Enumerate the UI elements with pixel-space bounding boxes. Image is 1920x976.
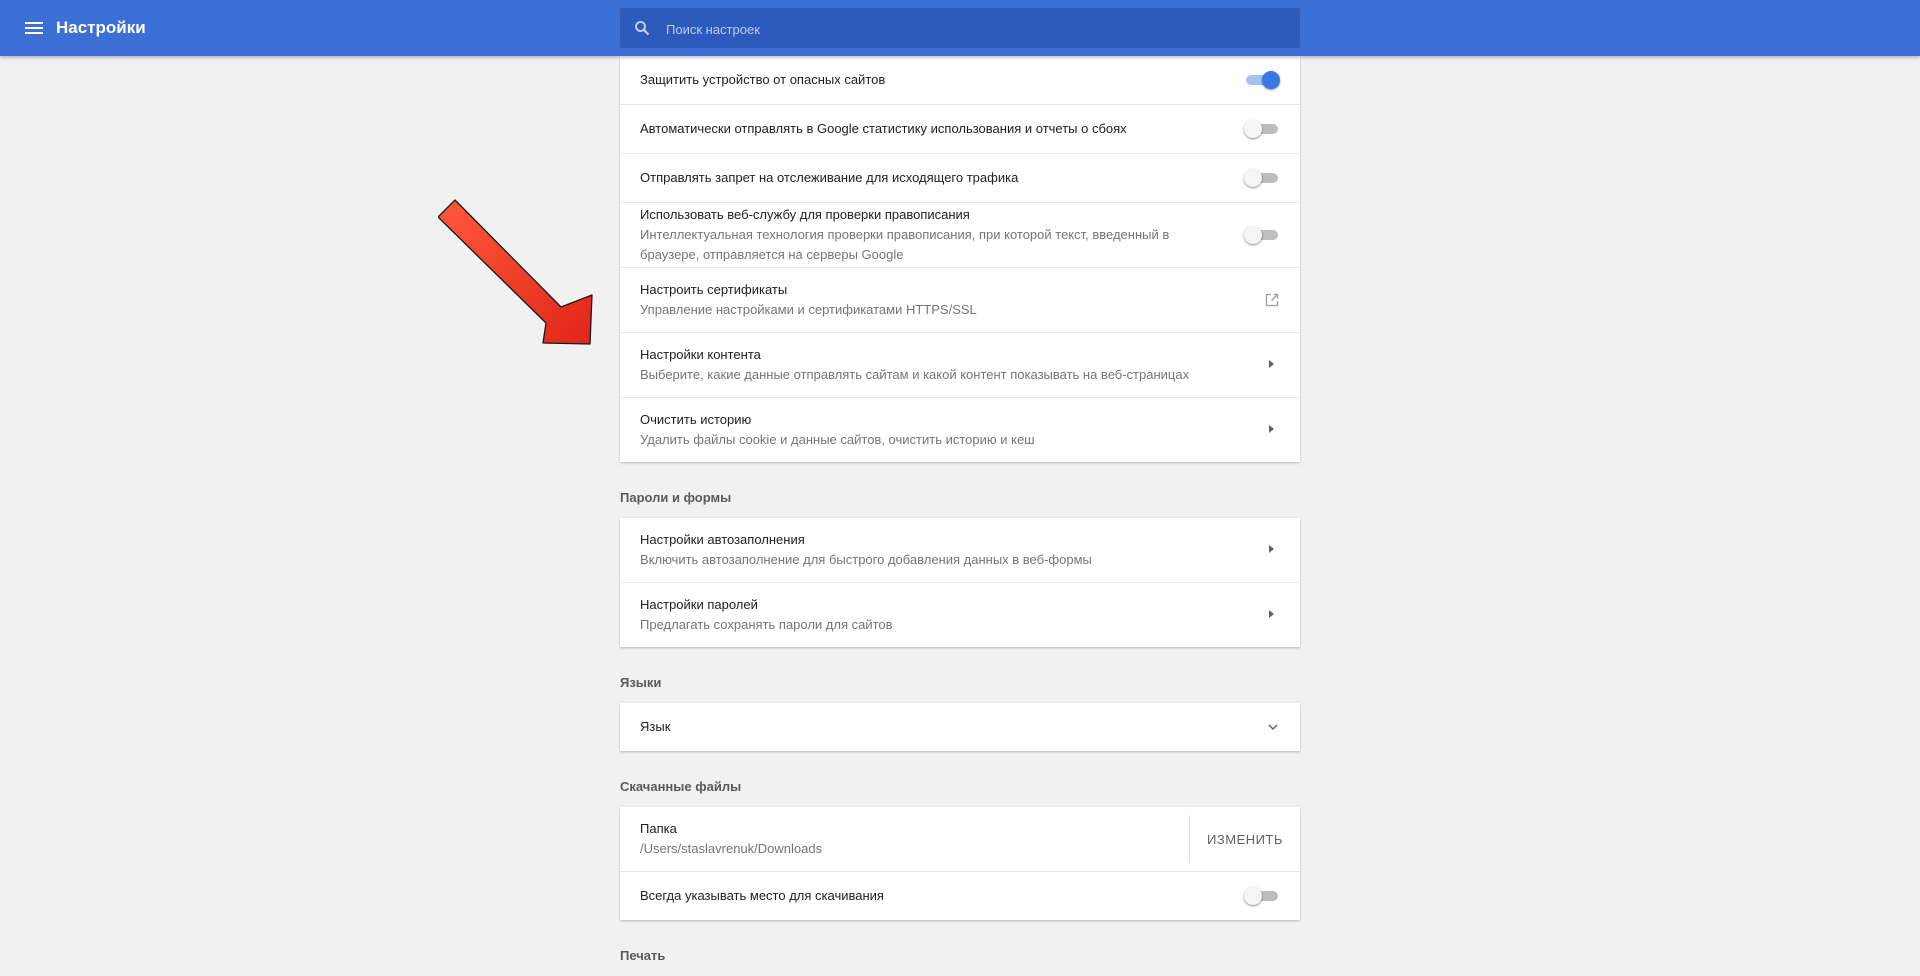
search-input[interactable] xyxy=(664,8,1288,50)
clear-history-subtitle: Удалить файлы cookie и данные сайтов, оч… xyxy=(640,432,1035,447)
open-in-new-icon[interactable] xyxy=(1264,292,1280,308)
certificates-title: Настроить сертификаты xyxy=(640,282,788,297)
print-section-title: Печать xyxy=(620,948,666,963)
arrow-right-icon xyxy=(1269,545,1274,553)
content-settings-subtitle: Выберите, какие данные отправлять сайтам… xyxy=(640,367,1190,382)
do-not-track-toggle[interactable] xyxy=(1244,169,1280,187)
language-row[interactable]: Язык xyxy=(620,703,1300,751)
content-settings-title: Настройки контента xyxy=(640,347,761,362)
red-arrow-annotation xyxy=(438,199,593,345)
top-app-bar: Настройки xyxy=(0,0,1920,56)
languages-card: Язык xyxy=(620,703,1300,751)
passwords-card: Настройки автозаполнения Включить автоза… xyxy=(620,518,1300,647)
passwords-subtitle: Предлагать сохранять пароли для сайтов xyxy=(640,617,893,632)
certificates-row[interactable]: Настроить сертификаты Управление настрой… xyxy=(620,267,1300,332)
download-folder-label: Папка xyxy=(640,821,677,836)
arrow-right-icon xyxy=(1269,425,1274,433)
page-title: Настройки xyxy=(56,18,146,37)
passwords-title: Настройки паролей xyxy=(640,597,758,612)
protect-device-row[interactable]: Защитить устройство от опасных сайтов xyxy=(620,56,1300,104)
send-stats-label: Автоматически отправлять в Google статис… xyxy=(640,121,1127,136)
spellcheck-row[interactable]: Использовать веб-службу для проверки пра… xyxy=(620,202,1300,267)
autofill-row[interactable]: Настройки автозаполнения Включить автоза… xyxy=(620,518,1300,582)
send-stats-row[interactable]: Автоматически отправлять в Google статис… xyxy=(620,104,1300,153)
arrow-right-icon xyxy=(1269,610,1274,618)
do-not-track-row[interactable]: Отправлять запрет на отслеживание для ис… xyxy=(620,153,1300,202)
ask-location-label: Всегда указывать место для скачивания xyxy=(640,888,884,903)
clear-history-row[interactable]: Очистить историю Удалить файлы cookie и … xyxy=(620,397,1300,462)
autofill-title: Настройки автозаполнения xyxy=(640,532,805,547)
certificates-subtitle: Управление настройками и сертификатами H… xyxy=(640,302,977,317)
spellcheck-title: Использовать веб-службу для проверки пра… xyxy=(640,207,970,222)
spellcheck-subtitle: Интеллектуальная технология проверки пра… xyxy=(640,227,1170,262)
hamburger-menu-icon[interactable] xyxy=(22,16,46,40)
ask-location-toggle[interactable] xyxy=(1244,887,1280,905)
protect-device-toggle[interactable] xyxy=(1244,71,1280,89)
autofill-subtitle: Включить автозаполнение для быстрого доб… xyxy=(640,552,1092,567)
download-folder-path: /Users/staslavrenuk/Downloads xyxy=(640,841,823,856)
content-settings-row[interactable]: Настройки контента Выберите, какие данны… xyxy=(620,332,1300,397)
do-not-track-label: Отправлять запрет на отслеживание для ис… xyxy=(640,170,1019,185)
clear-history-title: Очистить историю xyxy=(640,412,752,427)
protect-device-label: Защитить устройство от опасных сайтов xyxy=(640,72,886,87)
search-box[interactable] xyxy=(620,8,1300,50)
download-folder-row: Папка /Users/staslavrenuk/Downloads ИЗМЕ… xyxy=(620,807,1300,871)
chevron-down-icon[interactable] xyxy=(1266,720,1280,734)
passwords-row[interactable]: Настройки паролей Предлагать сохранять п… xyxy=(620,582,1300,647)
passwords-section-title: Пароли и формы xyxy=(620,490,732,505)
arrow-right-icon xyxy=(1269,360,1274,368)
privacy-card: Защитить устройство от опасных сайтов Ав… xyxy=(620,56,1300,462)
change-folder-button[interactable]: ИЗМЕНИТЬ xyxy=(1189,815,1300,863)
send-stats-toggle[interactable] xyxy=(1244,120,1280,138)
ask-location-row[interactable]: Всегда указывать место для скачивания xyxy=(620,871,1300,920)
search-icon xyxy=(635,21,650,36)
settings-content: Защитить устройство от опасных сайтов Ав… xyxy=(620,56,1300,976)
language-label: Язык xyxy=(640,719,671,734)
downloads-section-title: Скачанные файлы xyxy=(620,779,742,794)
spellcheck-toggle[interactable] xyxy=(1244,226,1280,244)
downloads-card: Папка /Users/staslavrenuk/Downloads ИЗМЕ… xyxy=(620,807,1300,920)
languages-section-title: Языки xyxy=(620,675,662,690)
